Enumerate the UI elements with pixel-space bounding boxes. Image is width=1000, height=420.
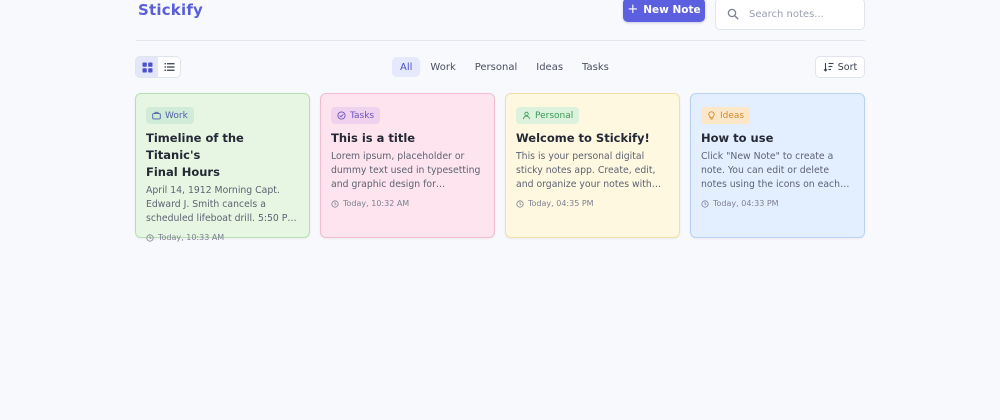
filter-all[interactable]: All [392,57,421,77]
category-badge: Work [146,107,194,124]
clock-icon [146,233,154,242]
filter-ideas[interactable]: Ideas [527,57,572,77]
plus-icon: + [627,2,639,17]
search-input[interactable] [749,8,849,20]
list-view-icon [164,63,174,71]
note-body: Click "New Note" to create a note. You c… [701,151,841,190]
grid-view-button[interactable] [136,57,158,77]
list-view-button[interactable] [158,57,180,77]
app-root: Stickify + New Note Search notes... All … [0,0,1000,420]
search-box[interactable] [715,0,865,30]
search-icon [727,8,739,20]
note-timestamp: Today, 10:33 AM [146,233,299,242]
clock-icon [331,199,339,208]
note-body: Lorem ipsum, placeholder or dummy text u… [331,151,481,190]
note-card[interactable]: Tasks This is a title Lorem ipsum, place… [320,93,495,238]
sort-button[interactable]: Sort [815,56,865,78]
note-title: Timeline of the Titanic's Final Hours [146,131,244,179]
note-timestamp: Today, 04:35 PM [516,199,669,208]
sort-label: Sort [837,61,858,73]
note-card[interactable]: Ideas How to use Click "New Note" to cre… [690,93,865,238]
briefcase-icon [152,111,161,120]
check-circle-icon [337,111,346,120]
filter-tasks[interactable]: Tasks [573,57,618,77]
category-label: Ideas [720,110,745,121]
note-body: This is your personal digital sticky not… [516,151,656,190]
note-card[interactable]: Work Timeline of the Titanic's Final Hou… [135,93,310,242]
category-badge: Personal [516,107,580,124]
note-title: Welcome to Stickify! [516,131,650,145]
filter-personal[interactable]: Personal [466,57,527,77]
sort-icon [823,62,834,72]
note-card[interactable]: Personal Welcome to Stickify! This is yo… [505,93,680,238]
view-toggle [135,56,181,78]
category-badge: Tasks [331,107,381,124]
note-title: How to use [701,131,774,145]
clock-icon [516,199,524,208]
new-note-button[interactable]: + New Note [623,0,705,22]
note-timestamp: Today, 10:32 AM [331,199,484,208]
category-label: Tasks [350,110,375,121]
category-label: Work [165,110,188,121]
app-logo[interactable]: Stickify [138,0,203,20]
lightbulb-icon [708,111,715,120]
clock-icon [701,199,709,208]
note-body: April 14, 1912 Morning Capt. Edward J. S… [146,185,296,224]
note-title: This is a title [331,131,416,145]
new-note-label: New Note [643,4,701,16]
grid-view-icon [142,62,152,72]
category-badge: Ideas [701,107,751,124]
category-filters: All Work Personal Ideas Tasks [392,57,619,77]
filter-work[interactable]: Work [421,57,464,77]
person-icon [522,111,531,120]
category-label: Personal [535,110,574,121]
header: Stickify + New Note [136,0,865,41]
note-timestamp: Today, 04:33 PM [701,199,854,208]
